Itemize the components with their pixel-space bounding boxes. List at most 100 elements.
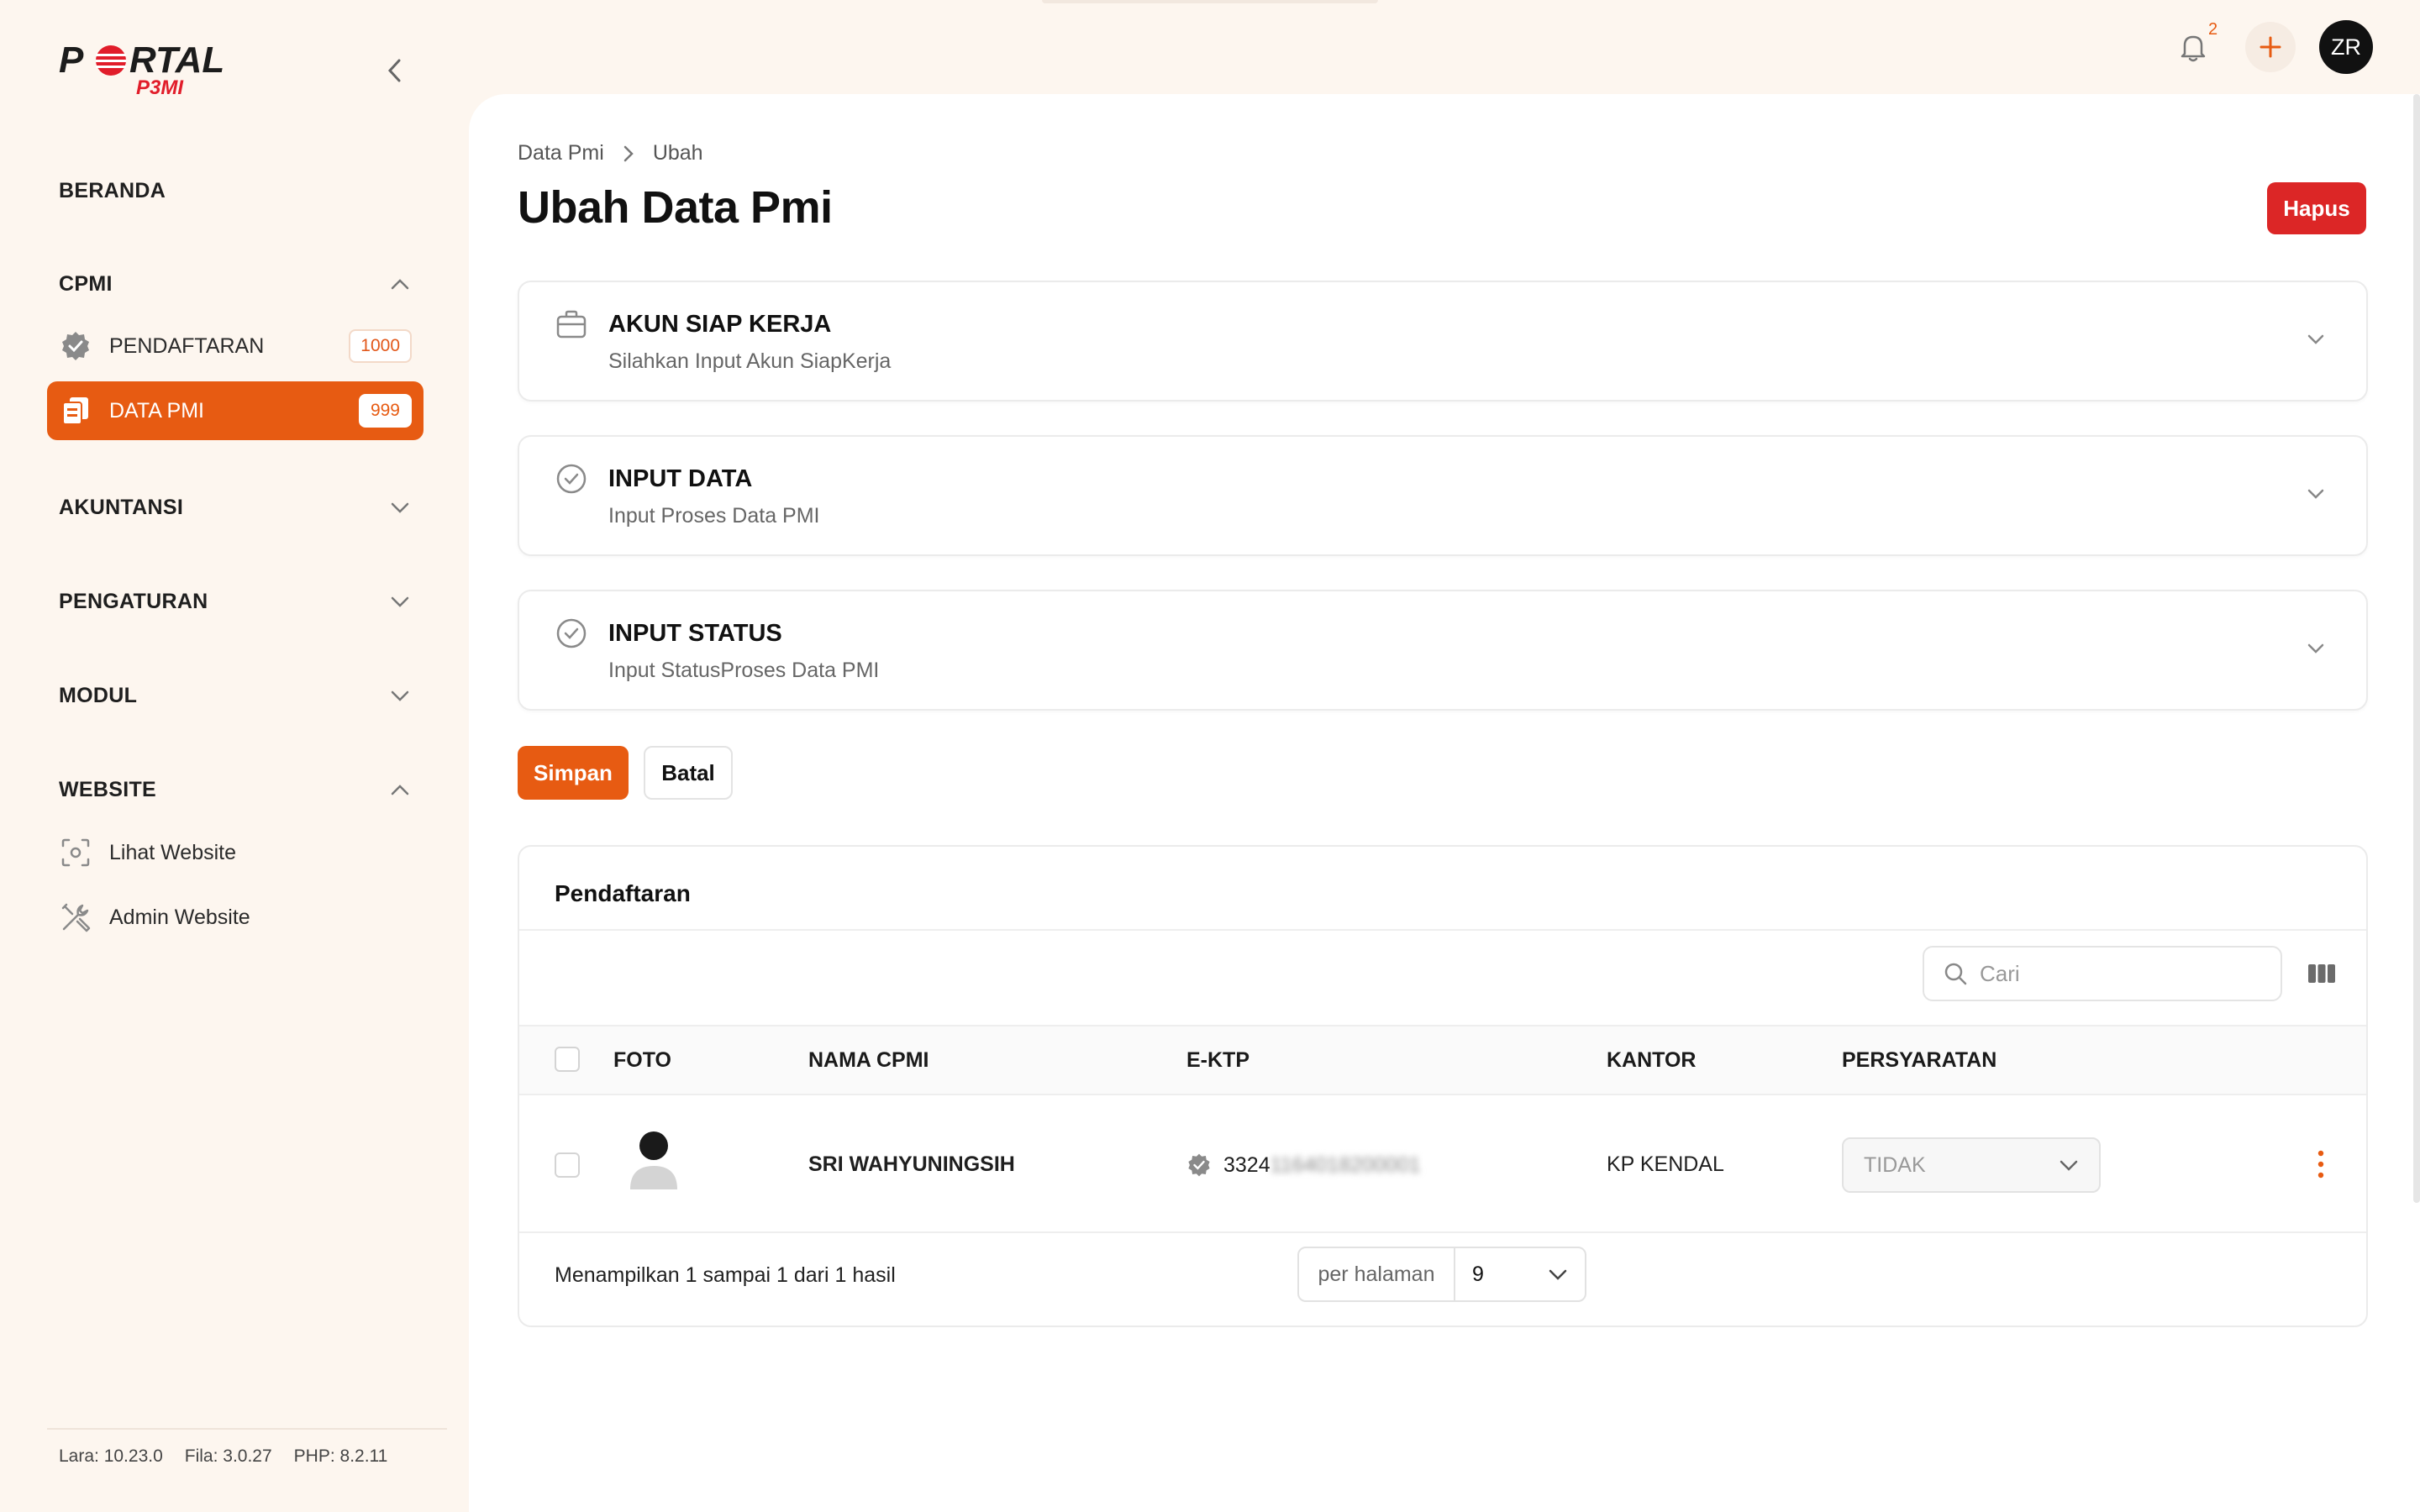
table-header: FOTO NAMA CPMI E-KTP KANTOR PERSYARATAN	[519, 1025, 2366, 1095]
pendaftaran-count-badge: 1000	[349, 329, 412, 363]
nav-group-cpmi[interactable]: CPMI	[59, 267, 412, 301]
section-subtitle: Input StatusProses Data PMI	[608, 659, 880, 682]
nav-group-pengaturan-label: PENGATURAN	[59, 589, 208, 613]
per-page-selector[interactable]: per halaman 9	[1297, 1247, 1586, 1302]
nav-group-website-label: WEBSITE	[59, 777, 156, 801]
nav-group-modul[interactable]: MODUL	[59, 679, 412, 712]
user-photo-placeholder-icon	[627, 1131, 681, 1194]
divider	[519, 1094, 2366, 1095]
cancel-button[interactable]: Batal	[644, 746, 733, 800]
nav-group-akuntansi[interactable]: AKUNTANSI	[59, 491, 412, 524]
search-icon	[1944, 963, 1967, 985]
fila-version: Fila: 3.0.27	[184, 1446, 272, 1466]
save-button[interactable]: Simpan	[518, 746, 629, 800]
documents-icon	[59, 394, 92, 428]
column-header-ektp[interactable]: E-KTP	[1186, 1048, 1249, 1073]
sidebar-item-admin-website[interactable]: Admin Website	[47, 888, 424, 947]
portal-p3mi-logo[interactable]: P RTAL P3MI	[59, 39, 252, 99]
verified-badge-icon	[1188, 1153, 1210, 1177]
divider	[519, 1231, 2366, 1233]
persyaratan-select[interactable]: TIDAK	[1842, 1137, 2101, 1193]
per-page-select[interactable]: 9	[1455, 1263, 1585, 1287]
nav-group-akuntansi-label: AKUNTANSI	[59, 495, 184, 519]
section-subtitle: Input Proses Data PMI	[608, 504, 820, 528]
chevron-down-icon	[2302, 635, 2329, 662]
chevron-down-icon	[1549, 1269, 1567, 1280]
user-avatar[interactable]: ZR	[2319, 20, 2373, 74]
section-input-status[interactable]: INPUT STATUS Input StatusProses Data PMI	[518, 590, 2368, 711]
notifications-button[interactable]	[2176, 30, 2210, 64]
columns-icon	[2308, 964, 2335, 983]
divider	[519, 1025, 2366, 1026]
collapse-sidebar-button[interactable]	[380, 55, 410, 86]
sidebar-item-admin-website-label: Admin Website	[109, 905, 250, 929]
version-info: Lara: 10.23.0 Fila: 3.0.27 PHP: 8.2.11	[59, 1446, 387, 1467]
sidebar-item-lihat-website-label: Lihat Website	[109, 840, 237, 864]
ektp-masked-digits: 1164018200001	[1270, 1152, 1421, 1177]
top-notch	[1042, 0, 1378, 3]
nav-beranda[interactable]: BERANDA	[59, 174, 412, 207]
cell-kantor: KP KENDAL	[1607, 1152, 1724, 1176]
sidebar-divider	[47, 1428, 447, 1430]
nav-group-modul-label: MODUL	[59, 683, 138, 707]
nav-group-pengaturan[interactable]: PENGATURAN	[59, 585, 412, 618]
data-pmi-count-badge: 999	[358, 394, 412, 428]
check-circle-icon	[555, 462, 588, 496]
chevron-down-icon	[388, 496, 412, 519]
section-title: INPUT STATUS	[608, 620, 782, 647]
search-input[interactable]	[1980, 960, 2265, 987]
lara-version: Lara: 10.23.0	[59, 1446, 163, 1466]
pendaftaran-table-card: Pendaftaran FOTO NAMA CPMI E-KTP KANTOR …	[518, 845, 2368, 1327]
row-checkbox[interactable]	[555, 1152, 580, 1178]
sidebar: P RTAL P3MI BERANDA CPMI PENDAFTARAN 100…	[0, 0, 467, 1512]
section-title: AKUN SIAP KERJA	[608, 311, 832, 338]
section-akun-siap-kerja[interactable]: AKUN SIAP KERJA Silahkan Input Akun Siap…	[518, 281, 2368, 402]
section-title: INPUT DATA	[608, 465, 753, 492]
section-subtitle: Silahkan Input Akun SiapKerja	[608, 349, 892, 373]
sidebar-item-pendaftaran[interactable]: PENDAFTARAN 1000	[47, 317, 424, 375]
chevron-up-icon	[388, 272, 412, 296]
column-header-kantor[interactable]: KANTOR	[1607, 1048, 1696, 1073]
divider	[519, 929, 2366, 931]
plus-icon	[2260, 36, 2281, 58]
chevron-right-icon	[623, 145, 634, 161]
delete-button[interactable]: Hapus	[2267, 182, 2366, 234]
sidebar-item-data-pmi[interactable]: DATA PMI 999	[47, 381, 424, 440]
more-actions-icon[interactable]	[2316, 1149, 2326, 1179]
chevron-up-icon	[388, 778, 412, 801]
chevron-down-icon	[2302, 326, 2329, 353]
section-input-data[interactable]: INPUT DATA Input Proses Data PMI	[518, 435, 2368, 556]
svg-text:P3MI: P3MI	[136, 76, 184, 99]
search-field[interactable]	[1923, 946, 2282, 1001]
nav-group-website[interactable]: WEBSITE	[59, 773, 412, 806]
table-title: Pendaftaran	[555, 880, 691, 906]
notification-count: 2	[2208, 20, 2218, 39]
column-header-persyaratan[interactable]: PERSYARATAN	[1842, 1048, 1996, 1073]
pagination-summary: Menampilkan 1 sampai 1 dari 1 hasil	[555, 1263, 896, 1287]
nav-beranda-label: BERANDA	[59, 178, 166, 202]
chevron-down-icon	[2302, 480, 2329, 507]
chevron-down-icon	[388, 590, 412, 613]
breadcrumb-parent-link[interactable]: Data Pmi	[518, 141, 604, 165]
add-button[interactable]	[2245, 22, 2296, 72]
column-header-foto[interactable]: FOTO	[613, 1048, 671, 1073]
per-page-value: 9	[1472, 1262, 1484, 1286]
svg-text:RTAL: RTAL	[129, 39, 224, 81]
breadcrumb-current: Ubah	[652, 141, 703, 165]
column-header-nama-cpmi[interactable]: NAMA CPMI	[808, 1048, 929, 1073]
page-title: Ubah Data Pmi	[518, 182, 833, 233]
nav-group-cpmi-label: CPMI	[59, 271, 113, 296]
page-scrollbar[interactable]	[2413, 94, 2420, 1203]
table-row[interactable]: SRI WAHYUNINGSIH 3324 1164018200001 KP K…	[519, 1097, 2366, 1231]
toggle-columns-button[interactable]	[2306, 958, 2338, 990]
breadcrumb: Data Pmi Ubah	[518, 141, 703, 165]
sidebar-item-lihat-website[interactable]: Lihat Website	[47, 823, 424, 882]
bell-icon	[2181, 35, 2206, 62]
svg-text:P: P	[59, 39, 84, 81]
persyaratan-select-value: TIDAK	[1864, 1152, 1926, 1177]
sidebar-item-data-pmi-label: DATA PMI	[109, 398, 204, 423]
chevron-down-icon	[388, 684, 412, 707]
select-all-checkbox[interactable]	[555, 1047, 580, 1072]
briefcase-icon	[555, 307, 588, 341]
tools-icon	[59, 900, 92, 934]
